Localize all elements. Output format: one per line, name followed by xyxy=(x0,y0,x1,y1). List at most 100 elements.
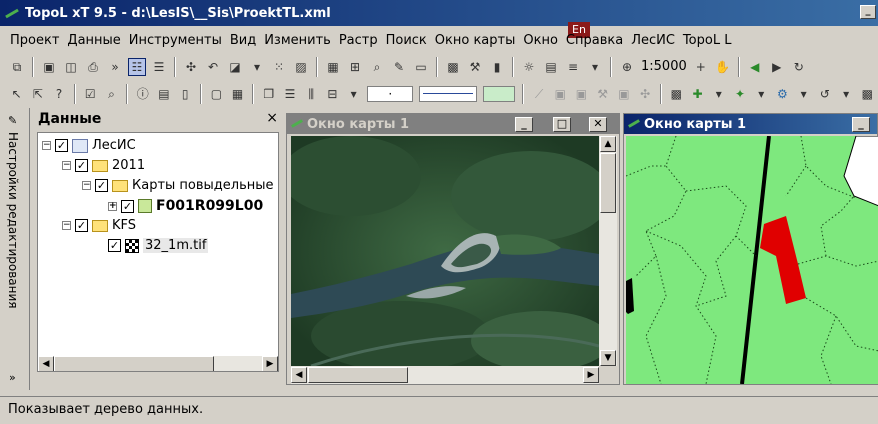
save-all-icon[interactable]: ◫ xyxy=(62,58,80,76)
checklist-icon[interactable]: ☑ xyxy=(82,85,99,103)
thematic-map-icon[interactable]: ▩ xyxy=(668,85,685,103)
window-grid-icon[interactable]: ▦ xyxy=(229,85,246,103)
list-view-icon[interactable]: ☰ xyxy=(150,58,168,76)
map-vertical-scrollbar[interactable]: ▲ ▼ xyxy=(599,136,617,366)
checkbox[interactable]: ✓ xyxy=(121,199,134,213)
chevron-down-icon[interactable]: ▾ xyxy=(586,58,604,76)
cascade-icon[interactable]: ❐ xyxy=(260,85,277,103)
table-icon[interactable]: ▤ xyxy=(155,85,172,103)
minimize-button[interactable]: _ xyxy=(852,117,870,132)
menu-search[interactable]: Поиск xyxy=(382,33,431,48)
chevron-down-icon[interactable]: ▾ xyxy=(345,85,362,103)
point-symbol-swatch[interactable]: · xyxy=(367,85,414,102)
save-icon[interactable]: ▣ xyxy=(40,58,58,76)
undo-dmt-icon[interactable]: ↺ xyxy=(816,85,833,103)
menu-edit[interactable]: Изменить xyxy=(260,33,335,48)
tile-vertical-icon[interactable]: ⫼ xyxy=(303,85,320,103)
more-icon[interactable]: » xyxy=(106,58,124,76)
menu-tools[interactable]: Инструменты xyxy=(125,33,226,48)
scroll-left-icon[interactable]: ◀ xyxy=(291,367,307,383)
data-tree-icon[interactable]: ☷ xyxy=(128,57,146,76)
node-tool-icon[interactable]: ✣ xyxy=(182,58,200,76)
zoom-icon[interactable]: ⊕ xyxy=(618,58,636,76)
tree-node-2011[interactable]: − ✓ 2011 xyxy=(62,158,145,173)
menu-view[interactable]: Вид xyxy=(226,33,260,48)
scroll-thumb[interactable] xyxy=(54,356,214,371)
collapse-icon[interactable]: − xyxy=(82,181,91,190)
chevron-down-icon[interactable]: ▾ xyxy=(795,85,812,103)
split-icon[interactable]: ▣ xyxy=(573,85,590,103)
layer-props-icon[interactable]: ◪ xyxy=(226,58,244,76)
sun-icon[interactable]: ☼ xyxy=(520,58,538,76)
expand-down-icon[interactable]: » xyxy=(9,371,16,384)
doc-select-icon[interactable]: ▯ xyxy=(177,85,194,103)
grid-icon[interactable]: ▦ xyxy=(324,58,342,76)
scroll-down-icon[interactable]: ▼ xyxy=(600,350,616,366)
checkbox[interactable]: ✓ xyxy=(75,219,88,232)
chevron-down-icon[interactable]: ▾ xyxy=(710,85,727,103)
menu-map-window[interactable]: Окно карты xyxy=(431,33,520,48)
menu-help[interactable]: Справка xyxy=(562,33,627,48)
checkbox[interactable]: ✓ xyxy=(75,159,88,172)
network-icon[interactable]: ⚙ xyxy=(774,85,791,103)
tools-icon[interactable]: ⚒ xyxy=(466,58,484,76)
chevron-down-icon[interactable]: ▾ xyxy=(248,58,266,76)
tree-node-f001r099l00[interactable]: + ✓ F001R099L00 xyxy=(108,198,263,214)
scroll-right-icon[interactable]: ▶ xyxy=(262,356,278,371)
map-horizontal-scrollbar[interactable]: ◀ ▶ xyxy=(291,366,599,384)
grid-dots-icon[interactable]: ⁙ xyxy=(270,58,288,76)
chevron-down-icon[interactable]: ▾ xyxy=(837,85,854,103)
side-tab-edit-settings[interactable]: ✎ Настройки редактирования » xyxy=(0,108,30,390)
tree-horizontal-scrollbar[interactable]: ◀ ▶ xyxy=(38,355,278,371)
line-style-swatch[interactable] xyxy=(419,85,477,102)
satellite-map-canvas[interactable] xyxy=(291,136,599,366)
checkbox[interactable]: ✓ xyxy=(108,239,121,252)
expand-icon[interactable]: + xyxy=(108,201,117,211)
color-palette-icon[interactable]: ▩ xyxy=(444,58,462,76)
arrange-icon[interactable]: ⊟ xyxy=(324,85,341,103)
scroll-thumb[interactable] xyxy=(308,367,408,383)
chevron-down-icon[interactable]: ▾ xyxy=(753,85,770,103)
plus-icon[interactable]: + xyxy=(692,58,710,76)
info-icon[interactable]: ⓘ xyxy=(134,85,151,103)
menu-data[interactable]: Данные xyxy=(63,33,124,48)
pin-icon[interactable]: ✎ xyxy=(8,114,17,127)
menu-window[interactable]: Окно xyxy=(519,33,562,48)
close-icon[interactable]: × xyxy=(266,110,278,126)
select-icon[interactable]: ⇱ xyxy=(29,85,46,103)
hatch-icon[interactable]: ▨ xyxy=(292,58,310,76)
node-edit-icon[interactable]: ▣ xyxy=(552,85,569,103)
menu-project[interactable]: Проект xyxy=(6,33,63,48)
open-folder-icon[interactable]: ▭ xyxy=(412,58,430,76)
print-icon[interactable]: ⎙ xyxy=(84,58,102,76)
scroll-left-icon[interactable]: ◀ xyxy=(38,356,54,371)
ruler-icon[interactable]: ⊞ xyxy=(346,58,364,76)
tree-node-lesis[interactable]: − ✓ ЛесИС xyxy=(42,138,136,153)
forward-arrow-icon[interactable]: ▶ xyxy=(768,58,786,76)
fill-color-swatch[interactable] xyxy=(482,85,516,102)
checkbox[interactable]: ✓ xyxy=(55,139,68,152)
tile-horizontal-icon[interactable]: ☰ xyxy=(281,85,298,103)
menu-lesis[interactable]: ЛесИС xyxy=(627,33,679,48)
maximize-button[interactable]: □ xyxy=(553,117,571,132)
vector-map-canvas[interactable] xyxy=(626,136,878,384)
tree-node-forest-maps[interactable]: − ✓ Карты повыдельные xyxy=(82,178,274,193)
join-icon[interactable]: ⚒ xyxy=(594,85,611,103)
scroll-thumb[interactable] xyxy=(600,153,616,213)
zoom-rect-icon[interactable]: ⌕ xyxy=(368,58,386,76)
tree-node-raster[interactable]: ✓ 32_1m.tif xyxy=(108,238,209,253)
back-arrow-icon[interactable]: ◀ xyxy=(746,58,764,76)
tree-node-kfs[interactable]: − ✓ KFS xyxy=(62,218,136,233)
scroll-right-icon[interactable]: ▶ xyxy=(583,367,599,383)
move-icon[interactable]: ▣ xyxy=(615,85,632,103)
minimize-button[interactable]: _ xyxy=(515,117,533,132)
minimize-button[interactable]: _ xyxy=(860,5,876,19)
refresh-icon[interactable]: ↻ xyxy=(790,58,808,76)
query-icon[interactable]: ? xyxy=(50,85,67,103)
form-icon[interactable]: ▤ xyxy=(542,58,560,76)
legend-icon[interactable]: ▩ xyxy=(859,85,876,103)
collapse-icon[interactable]: − xyxy=(42,141,51,150)
search-doc-icon[interactable]: ⌕ xyxy=(103,85,120,103)
pointer-icon[interactable]: ↖ xyxy=(8,85,25,103)
add-vertex-icon[interactable]: ✦ xyxy=(731,85,748,103)
